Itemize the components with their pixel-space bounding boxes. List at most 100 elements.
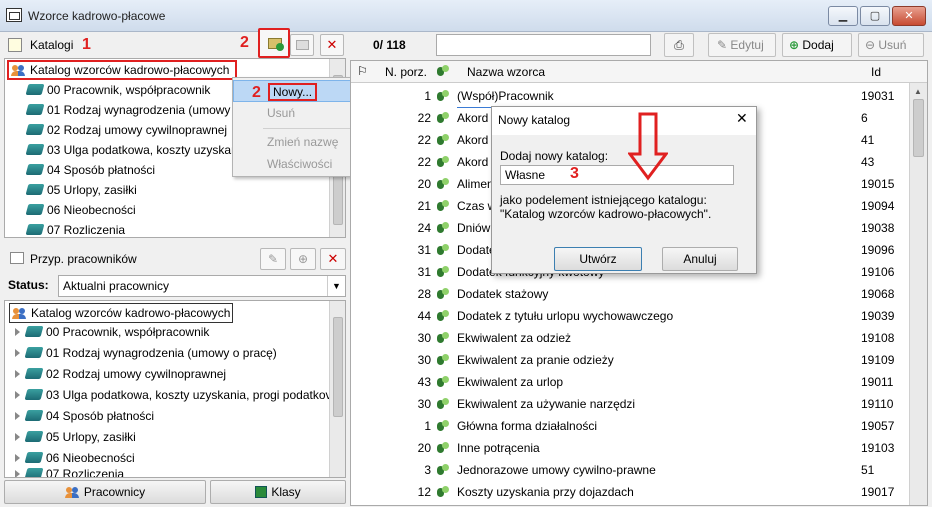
assign-tree-scrollbar[interactable] (329, 301, 345, 477)
header-id[interactable]: Id (871, 65, 881, 79)
edit-button-label: Edytuj (730, 38, 764, 52)
maximize-button[interactable]: ▢ (860, 6, 890, 26)
new-catalog-button[interactable] (258, 28, 290, 58)
cell-id: 19096 (861, 243, 895, 257)
flag-icon[interactable]: ⚐ (357, 64, 368, 78)
close-window-button[interactable]: ✕ (892, 6, 926, 26)
printer-icon: ⎙ (674, 38, 684, 52)
header-name[interactable]: Nazwa wzorca (467, 65, 545, 79)
table-row[interactable]: 1 (Współ)Pracownik 19031 (351, 85, 906, 108)
expand-icon[interactable] (15, 470, 20, 477)
catalog-node[interactable]: 06 Nieobecności (25, 200, 136, 220)
app-icon (6, 8, 22, 22)
chevron-down-icon[interactable]: ▼ (327, 276, 345, 296)
table-row[interactable]: 20 Inne potrącenia 19103 (351, 437, 906, 459)
table-row[interactable]: 30 Ekwiwalent za odzież 19108 (351, 327, 906, 349)
delete-x-icon: ✕ (327, 251, 339, 266)
dialog-label: Dodaj nowy katalog: (500, 149, 609, 163)
table-row[interactable]: 28 Dodatek stażowy 19068 (351, 283, 906, 305)
catalog-node[interactable]: 00 Pracownik, współpracownik (25, 80, 210, 100)
expand-icon[interactable] (15, 349, 20, 357)
minimize-button[interactable]: ▁ (828, 6, 858, 26)
catalog-node[interactable]: 02 Rodzaj umowy cywilnoprawnej (25, 120, 227, 140)
expand-icon[interactable] (15, 328, 20, 336)
assign-tree[interactable]: Katalog wzorców kadrowo-płacowych 00 Pra… (4, 300, 346, 478)
template-icon (437, 442, 449, 454)
table-row[interactable]: 30 Ekwiwalent za pranie odzieży 19109 (351, 349, 906, 371)
scroll-thumb[interactable] (333, 317, 343, 417)
print-button[interactable]: ⎙ (664, 33, 694, 57)
table-row[interactable]: 43 Ekwiwalent za urlop 19011 (351, 371, 906, 393)
cell-name: Ekwiwalent za pranie odzieży (457, 353, 614, 367)
catalog-root-node[interactable]: Katalog wzorców kadrowo-płacowych (7, 60, 237, 80)
table-row[interactable]: 30 Ekwiwalent za używanie narzędzi 19110 (351, 393, 906, 415)
header-type-icon (437, 65, 449, 77)
add-button[interactable]: ⊕ Dodaj (782, 33, 852, 57)
assign-edit-button[interactable]: ✎ (260, 248, 286, 270)
table-row[interactable]: 1 Główna forma działalności 19057 (351, 415, 906, 437)
delete-catalog-button[interactable]: ✕ (320, 34, 344, 56)
catalog-node[interactable]: 01 Rodzaj wynagrodzenia (umowy (25, 100, 230, 120)
cancel-button[interactable]: Anuluj (662, 247, 738, 271)
assign-node[interactable]: 03 Ulga podatkowa, koszty uzyskania, pro… (15, 385, 332, 405)
classes-tab[interactable]: Klasy (210, 480, 346, 504)
assign-node[interactable]: 00 Pracownik, współpracownik (15, 322, 209, 342)
pencil-icon: ✎ (267, 252, 279, 266)
employees-tab[interactable]: Pracownicy (4, 480, 206, 504)
assign-node[interactable]: 04 Sposób płatności (15, 406, 154, 426)
expand-icon[interactable] (15, 391, 20, 399)
table-row[interactable]: 3 Jednorazowe umowy cywilno-prawne 51 (351, 459, 906, 481)
scroll-up-icon[interactable]: ▲ (914, 87, 922, 96)
assign-delete-button[interactable]: ✕ (320, 248, 346, 270)
cell-name: Dniów (457, 221, 491, 235)
edit-button[interactable]: ✎ Edytuj (708, 33, 776, 57)
cell-nporz: 12 (417, 485, 431, 499)
catalog-node[interactable]: 03 Ulga podatkowa, koszty uzyskan (25, 140, 238, 160)
book-icon (24, 468, 44, 477)
assign-root-node[interactable]: Katalog wzorców kadrowo-płacowych (9, 303, 234, 323)
assign-node[interactable]: 07 Rozliczenia (15, 464, 124, 477)
status-select[interactable]: Aktualni pracownicy ▼ (58, 275, 346, 297)
remove-button[interactable]: ⊖ Usuń (858, 33, 924, 57)
expand-icon[interactable] (15, 370, 20, 378)
cell-name: Dodatek stażowy (457, 287, 549, 301)
edit-catalog-button[interactable] (290, 34, 314, 56)
status-label: Status: (8, 278, 49, 292)
people-icon (11, 64, 27, 76)
book-icon (25, 104, 45, 115)
catalogs-title: Katalogi (30, 38, 74, 52)
table-row[interactable]: 12 Koszty uzyskania przy dojazdach 19017 (351, 481, 906, 503)
book-icon (25, 124, 45, 135)
cell-nporz: 28 (417, 287, 431, 301)
book-icon (24, 389, 44, 400)
assign-node[interactable]: 05 Urlopy, zasiłki (15, 427, 136, 447)
assign-node[interactable]: 01 Rodzaj wynagrodzenia (umowy o pracę) (15, 343, 277, 363)
record-count: 0/ 118 (373, 38, 406, 52)
dialog-close-button[interactable]: ✕ (736, 110, 748, 127)
assign-node[interactable]: 02 Rodzaj umowy cywilnoprawnej (15, 364, 226, 384)
cell-id: 43 (861, 155, 875, 169)
catalog-node[interactable]: 05 Urlopy, zasiłki (25, 180, 137, 200)
expand-icon[interactable] (15, 454, 20, 462)
assign-add-button[interactable]: ⊕ (290, 248, 316, 270)
create-button[interactable]: Utwórz (554, 247, 642, 271)
plus-circle-icon: ⊕ (297, 252, 309, 266)
cell-name: Akord (457, 155, 489, 169)
expand-icon[interactable] (15, 412, 20, 420)
cell-id: 19017 (861, 485, 895, 499)
table-row[interactable]: 44 Dodatek z tytułu urlopu wychowawczego 1… (351, 305, 906, 327)
template-icon (437, 288, 449, 300)
catalog-node[interactable]: 04 Sposób płatności (25, 160, 155, 180)
catalog-node[interactable]: 07 Rozliczenia (25, 220, 125, 237)
expand-icon[interactable] (15, 433, 20, 441)
book-icon (24, 410, 44, 421)
grid-scrollbar[interactable]: ▲ (909, 83, 927, 505)
catalog-name-input[interactable]: Własne (500, 165, 734, 185)
cell-id: 19094 (861, 199, 895, 213)
scroll-thumb[interactable] (913, 99, 924, 157)
cell-nporz: 43 (417, 375, 431, 389)
template-icon (437, 486, 449, 498)
header-nporz[interactable]: N. porz. (385, 65, 427, 79)
search-input[interactable] (436, 34, 651, 56)
classes-icon (255, 486, 268, 498)
